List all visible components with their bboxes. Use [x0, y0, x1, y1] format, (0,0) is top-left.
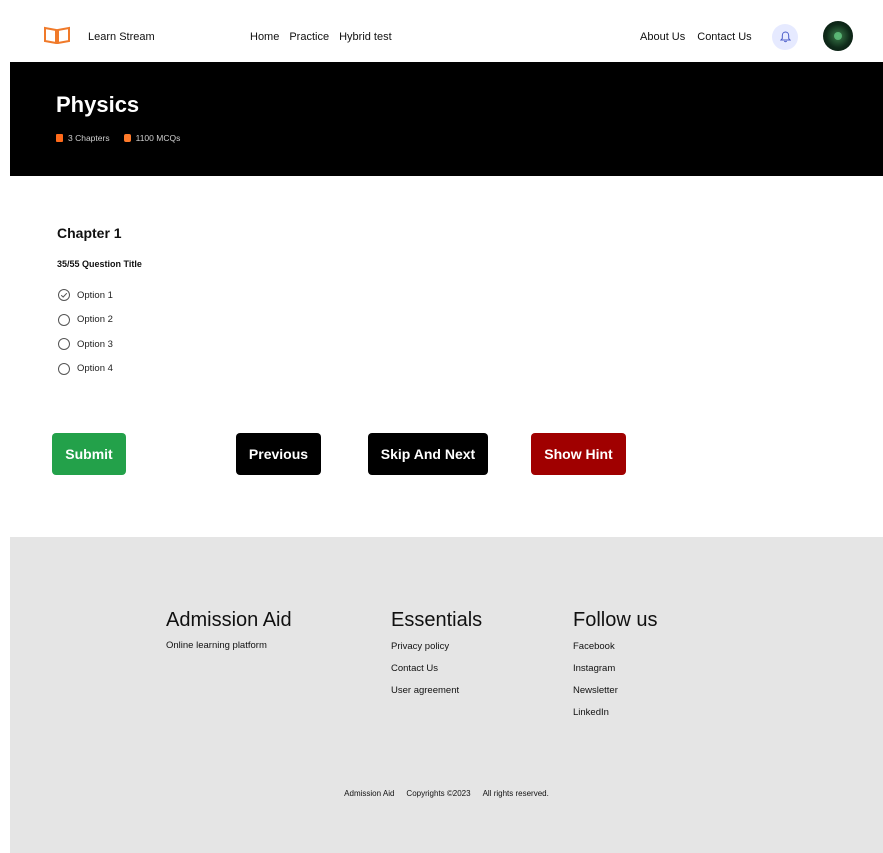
footer-brand-title: Admission Aid [166, 609, 292, 631]
nav-contact-link[interactable]: Contact Us [697, 31, 751, 43]
radio-unchecked-icon[interactable] [58, 313, 70, 326]
option-4[interactable]: Option 4 [58, 357, 113, 382]
radio-unchecked-icon[interactable] [58, 362, 70, 375]
copyright-brand: Admission Aid [344, 789, 395, 798]
nav-about-link[interactable]: About Us [640, 31, 685, 43]
notification-button[interactable] [772, 24, 798, 50]
mcq-count-label: 1100 MCQs [135, 133, 181, 143]
option-label: Option 3 [77, 338, 113, 350]
skip-and-next-button[interactable]: Skip And Next [368, 433, 488, 475]
footer-about: Admission Aid Online learning platform [166, 609, 292, 651]
navbar: Learn Stream Home Practice Hybrid test A… [10, 0, 883, 62]
footer-social: Follow us Facebook Instagram Newsletter … [573, 609, 657, 728]
chapter-heading: Chapter 1 [57, 225, 122, 241]
previous-button[interactable]: Previous [236, 433, 321, 475]
bell-icon [779, 31, 791, 43]
question-badge-icon [123, 134, 131, 142]
footer-privacy-link[interactable]: Privacy policy [391, 640, 482, 662]
nav-practice-link[interactable]: Practice [289, 31, 329, 43]
mcq-count: 1100 MCQs [123, 133, 181, 143]
footer-facebook-link[interactable]: Facebook [573, 640, 657, 662]
subject-banner: Physics 3 Chapters 1100 MCQs [10, 62, 883, 176]
nav-hybrid-test-link[interactable]: Hybrid test [339, 31, 392, 43]
book-logo-icon[interactable] [44, 26, 70, 44]
footer-agreement-link[interactable]: User agreement [391, 684, 482, 706]
question-title: 35/55 Question Title [57, 259, 142, 269]
show-hint-button[interactable]: Show Hint [531, 433, 626, 475]
option-3[interactable]: Option 3 [58, 332, 113, 357]
secondary-nav: About Us Contact Us [640, 31, 752, 43]
copyright-year: Copyrights ©2023 [406, 789, 471, 798]
footer-follow-title: Follow us [573, 609, 658, 631]
radio-unchecked-icon[interactable] [58, 338, 70, 351]
answer-options: Option 1 Option 2 Option 3 Option 4 [58, 283, 113, 381]
subject-meta: 3 Chapters 1100 MCQs [56, 133, 180, 143]
chapters-count-label: 3 Chapters [68, 133, 110, 143]
nav-home-link[interactable]: Home [250, 31, 279, 43]
footer-essentials-title: Essentials [391, 609, 483, 631]
chapters-count: 3 Chapters [56, 133, 110, 143]
subject-title: Physics [56, 92, 140, 117]
option-label: Option 2 [77, 314, 113, 326]
footer: Admission Aid Online learning platform E… [10, 537, 883, 853]
brand-name[interactable]: Learn Stream [88, 31, 155, 43]
footer-contact-link[interactable]: Contact Us [391, 662, 482, 684]
submit-button[interactable]: Submit [52, 433, 126, 475]
radio-checked-icon[interactable] [58, 289, 70, 302]
option-label: Option 1 [77, 289, 113, 301]
user-avatar[interactable] [823, 21, 853, 51]
book-stack-icon [56, 134, 63, 142]
option-2[interactable]: Option 2 [58, 308, 113, 333]
footer-newsletter-link[interactable]: Newsletter [573, 684, 657, 706]
footer-brand-desc: Online learning platform [166, 640, 267, 651]
footer-essentials: Essentials Privacy policy Contact Us Use… [391, 609, 482, 706]
copyright-bar: Admission Aid Copyrights ©2023 All right… [10, 789, 883, 798]
footer-linkedin-link[interactable]: LinkedIn [573, 706, 657, 728]
option-label: Option 4 [77, 363, 113, 375]
copyright-rights: All rights reserved. [482, 789, 549, 798]
option-1[interactable]: Option 1 [58, 283, 113, 308]
main-nav: Home Practice Hybrid test [250, 31, 392, 43]
footer-instagram-link[interactable]: Instagram [573, 662, 657, 684]
